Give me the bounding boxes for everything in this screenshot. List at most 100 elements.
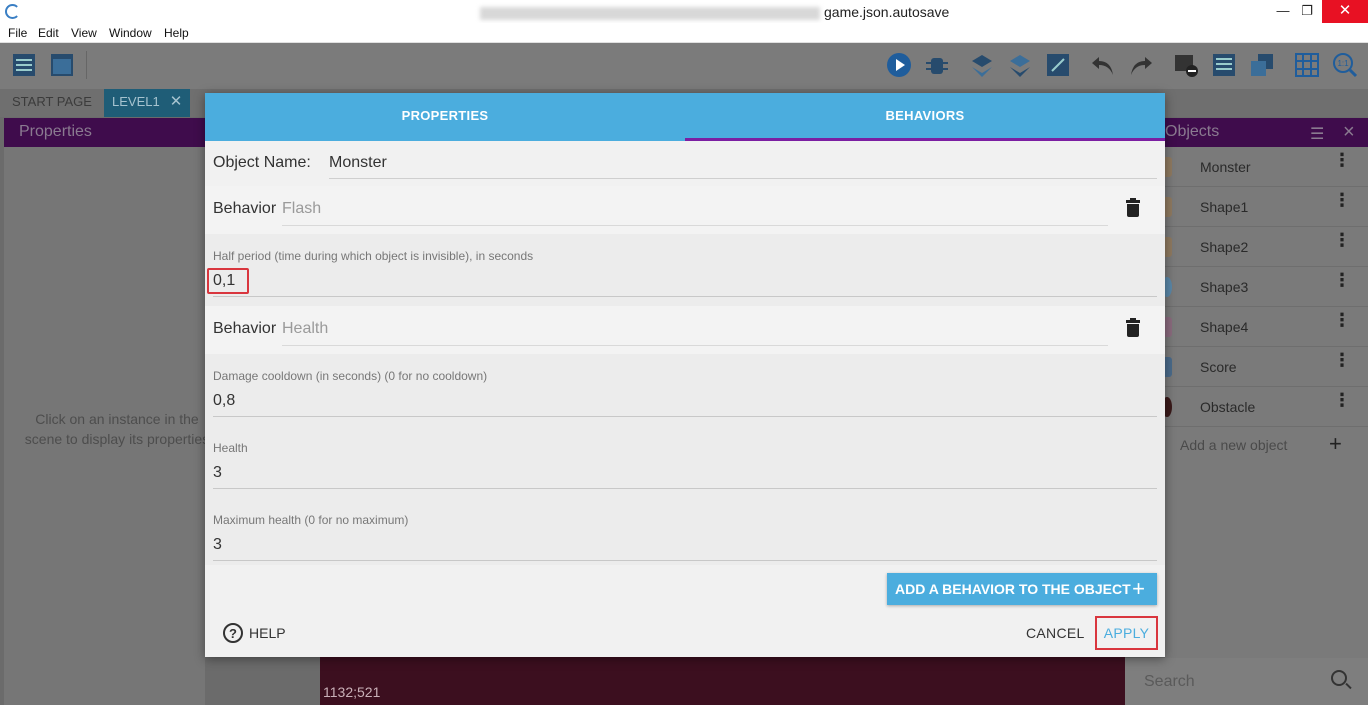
restore-button[interactable]: ❐ <box>1292 0 1322 23</box>
add-object-plus-icon[interactable]: + <box>1329 431 1342 457</box>
delete-behavior-icon[interactable] <box>1126 318 1140 337</box>
menu-window[interactable]: Window <box>109 26 152 40</box>
object-row[interactable]: Shape4 ⋮ <box>1162 307 1368 347</box>
delete-instance-icon[interactable] <box>1172 51 1200 79</box>
scene-canvas[interactable] <box>320 657 1125 705</box>
properties-hint: Click on an instance in the scene to dis… <box>24 411 210 447</box>
object-name: Shape3 <box>1200 279 1249 295</box>
toolbar-separator <box>86 51 87 79</box>
behavior-name-underline <box>282 225 1108 226</box>
properties-panel-title: Properties <box>19 123 92 140</box>
object-name: Score <box>1200 359 1237 375</box>
object-row[interactable]: Monster ⋮ <box>1162 147 1368 187</box>
objects-panel-header: Objects ☰ × <box>1165 118 1368 147</box>
cancel-button[interactable]: CANCEL <box>1026 625 1085 641</box>
blurred-path <box>480 6 820 20</box>
object-row[interactable]: Score ⋮ <box>1162 347 1368 387</box>
close-panel-icon[interactable]: × <box>1343 121 1355 144</box>
toolbar: 1:1 <box>0 43 1368 89</box>
health-label: Health <box>213 441 248 455</box>
delete-behavior-icon[interactable] <box>1126 198 1140 217</box>
window-title: game.json.autosave <box>480 4 949 20</box>
menu-help[interactable]: Help <box>164 26 189 40</box>
more-vert-icon[interactable]: ⋮ <box>1333 351 1351 369</box>
tab-behaviors[interactable]: BEHAVIORS <box>685 93 1165 141</box>
instance-layer-icon[interactable] <box>968 51 996 79</box>
more-vert-icon[interactable]: ⋮ <box>1333 391 1351 409</box>
project-manager-icon[interactable] <box>10 51 38 79</box>
instances-list-icon[interactable] <box>1210 51 1238 79</box>
add-behavior-label: ADD A BEHAVIOR TO THE OBJECT <box>895 581 1131 597</box>
more-vert-icon[interactable]: ⋮ <box>1333 191 1351 209</box>
highlight-box <box>207 268 249 294</box>
redo-icon[interactable] <box>1127 51 1155 79</box>
active-tab-indicator <box>685 138 1165 141</box>
object-name-underline <box>329 178 1157 179</box>
max-health-label: Maximum health (0 for no maximum) <box>213 513 409 527</box>
field-underline <box>213 560 1157 561</box>
undo-icon[interactable] <box>1089 51 1117 79</box>
field-underline <box>213 488 1157 489</box>
objects-panel-title: Objects <box>1165 123 1220 140</box>
start-page-icon[interactable] <box>48 51 76 79</box>
search-input[interactable]: Search <box>1144 673 1195 691</box>
menu-bar: File Edit View Window Help <box>0 23 1368 43</box>
behavior-name-field[interactable]: Health <box>282 320 328 338</box>
more-vert-icon[interactable]: ⋮ <box>1333 231 1351 249</box>
tab-level1[interactable]: LEVEL1 ✕ <box>104 89 191 117</box>
edit-properties-icon[interactable] <box>1044 51 1072 79</box>
layers-icon[interactable] <box>1248 51 1276 79</box>
close-window-button[interactable]: ✕ <box>1322 0 1368 23</box>
field-underline <box>213 296 1157 297</box>
app-logo-icon <box>5 4 20 19</box>
object-row[interactable]: Shape1 ⋮ <box>1162 187 1368 227</box>
health-input[interactable]: 3 <box>213 464 222 482</box>
behavior-body-health: Damage cooldown (in seconds) (0 for no c… <box>205 354 1165 565</box>
zoom-reset-icon[interactable]: 1:1 <box>1331 51 1359 79</box>
object-name: Monster <box>1200 159 1251 175</box>
damage-cooldown-label: Damage cooldown (in seconds) (0 for no c… <box>213 369 488 383</box>
object-name-field[interactable]: Monster <box>329 154 387 172</box>
object-group-icon[interactable] <box>1006 51 1034 79</box>
object-name: Shape4 <box>1200 319 1249 335</box>
tab-properties[interactable]: PROPERTIES <box>205 93 685 141</box>
search-icon[interactable] <box>1331 670 1347 686</box>
tab-close-icon[interactable]: ✕ <box>170 93 183 110</box>
tab-start-page[interactable]: START PAGE <box>4 89 100 117</box>
more-vert-icon[interactable]: ⋮ <box>1333 151 1351 169</box>
behavior-name-field[interactable]: Flash <box>282 200 321 218</box>
object-name: Obstacle <box>1200 399 1256 415</box>
add-behavior-button[interactable]: ADD A BEHAVIOR TO THE OBJECT + <box>887 573 1157 605</box>
behavior-label: Behavior <box>213 200 277 217</box>
half-period-label: Half period (time during which object is… <box>213 249 534 263</box>
max-health-input[interactable]: 3 <box>213 536 222 554</box>
menu-file[interactable]: File <box>8 26 27 40</box>
object-row[interactable]: Obstacle ⋮ <box>1162 387 1368 427</box>
filter-icon[interactable]: ☰ <box>1310 124 1324 144</box>
properties-panel-header: Properties <box>4 118 205 147</box>
properties-panel: Click on an instance in the scene to dis… <box>4 147 209 705</box>
object-row[interactable]: Shape3 ⋮ <box>1162 267 1368 307</box>
damage-cooldown-input[interactable]: 0,8 <box>213 392 235 410</box>
object-search[interactable]: Search <box>1125 658 1368 705</box>
apply-button[interactable]: APPLY <box>1095 616 1158 650</box>
object-name: Shape1 <box>1200 199 1249 215</box>
debugger-bug-icon[interactable] <box>923 51 951 79</box>
more-vert-icon[interactable]: ⋮ <box>1333 271 1351 289</box>
menu-view[interactable]: View <box>71 26 97 40</box>
object-row[interactable]: Shape2 ⋮ <box>1162 227 1368 267</box>
help-label: HELP <box>249 625 286 641</box>
behavior-body-flash: Half period (time during which object is… <box>205 234 1165 306</box>
svg-text:1:1: 1:1 <box>1337 59 1349 68</box>
more-vert-icon[interactable]: ⋮ <box>1333 311 1351 329</box>
dialog-tabs: PROPERTIES BEHAVIORS <box>205 93 1165 141</box>
behavior-label: Behavior <box>213 320 277 337</box>
title-bar: game.json.autosave — ❐ ✕ <box>0 0 1368 23</box>
add-object-link[interactable]: Add a new object <box>1180 437 1287 453</box>
object-name-label: Object Name: <box>213 154 311 171</box>
preview-play-icon[interactable] <box>885 51 913 79</box>
menu-edit[interactable]: Edit <box>38 26 59 40</box>
behavior-header-health: Behavior Health <box>205 306 1165 354</box>
plus-icon: + <box>1132 576 1145 601</box>
grid-icon[interactable] <box>1293 51 1321 79</box>
